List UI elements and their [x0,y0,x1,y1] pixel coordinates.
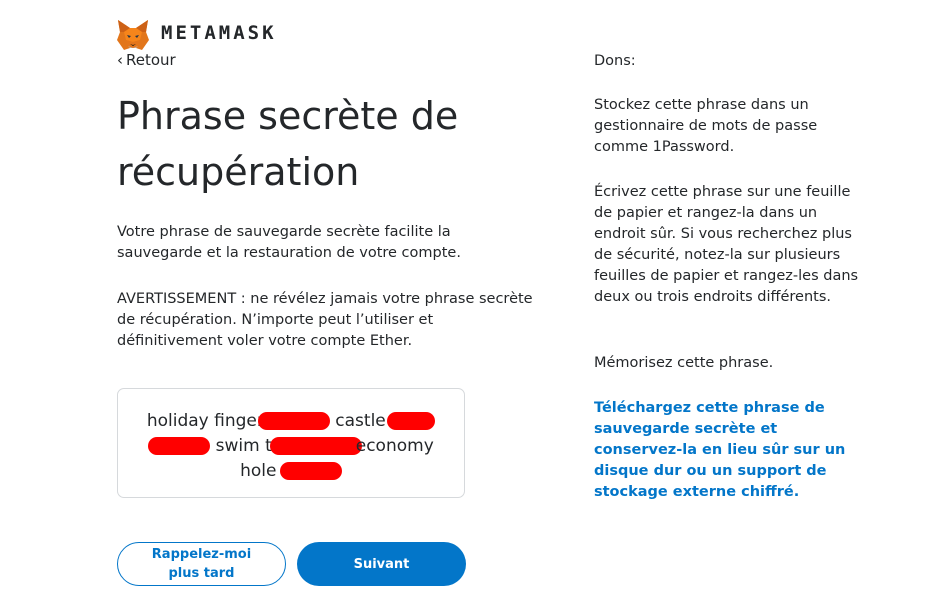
chevron-left-icon: ‹ [117,51,123,69]
tip-paper-storage: Écrivez cette phrase sur une feuille de … [594,184,859,305]
redaction-mark [257,412,330,430]
warning-text: AVERTISSEMENT : ne révélez jamais votre … [117,291,533,349]
tip-memorize: Mémorisez cette phrase. [594,355,774,371]
seed-word: economy [355,436,434,456]
back-button[interactable]: ‹ Retour [117,51,176,69]
tips-heading: Dons: [594,53,636,69]
seed-word: hole [240,461,277,481]
seed-phrase-box: holiday finger castle swim t economy hole [117,388,465,498]
metamask-fox-icon [117,20,149,50]
metamask-wordmark: METAMASK [161,22,277,44]
redaction-mark [279,462,342,480]
tip-password-manager: Stockez cette phrase dans un gestionnair… [594,97,818,155]
seed-line-1: holiday finger castle [118,411,464,431]
download-phrase-link[interactable]: Téléchargez cette phrase de sauvegarde s… [594,398,856,503]
next-button[interactable]: Suivant [297,542,466,586]
seed-word: finger [214,411,264,431]
seed-line-3: hole [118,461,464,481]
seed-word: holiday [146,411,209,431]
redaction-mark [269,437,362,455]
page-title: Phrase secrète de récupération [117,94,459,194]
seed-word: castle [335,411,386,431]
back-label: Retour [126,51,176,69]
seed-word: swim [215,436,260,456]
intro-text: Votre phrase de sauvegarde secrète facil… [117,224,461,261]
redaction-mark [387,412,436,430]
seed-line-2: swim t economy [118,436,464,456]
redaction-mark [148,437,211,455]
remind-later-button[interactable]: Rappelez-moi plus tard [117,542,286,586]
